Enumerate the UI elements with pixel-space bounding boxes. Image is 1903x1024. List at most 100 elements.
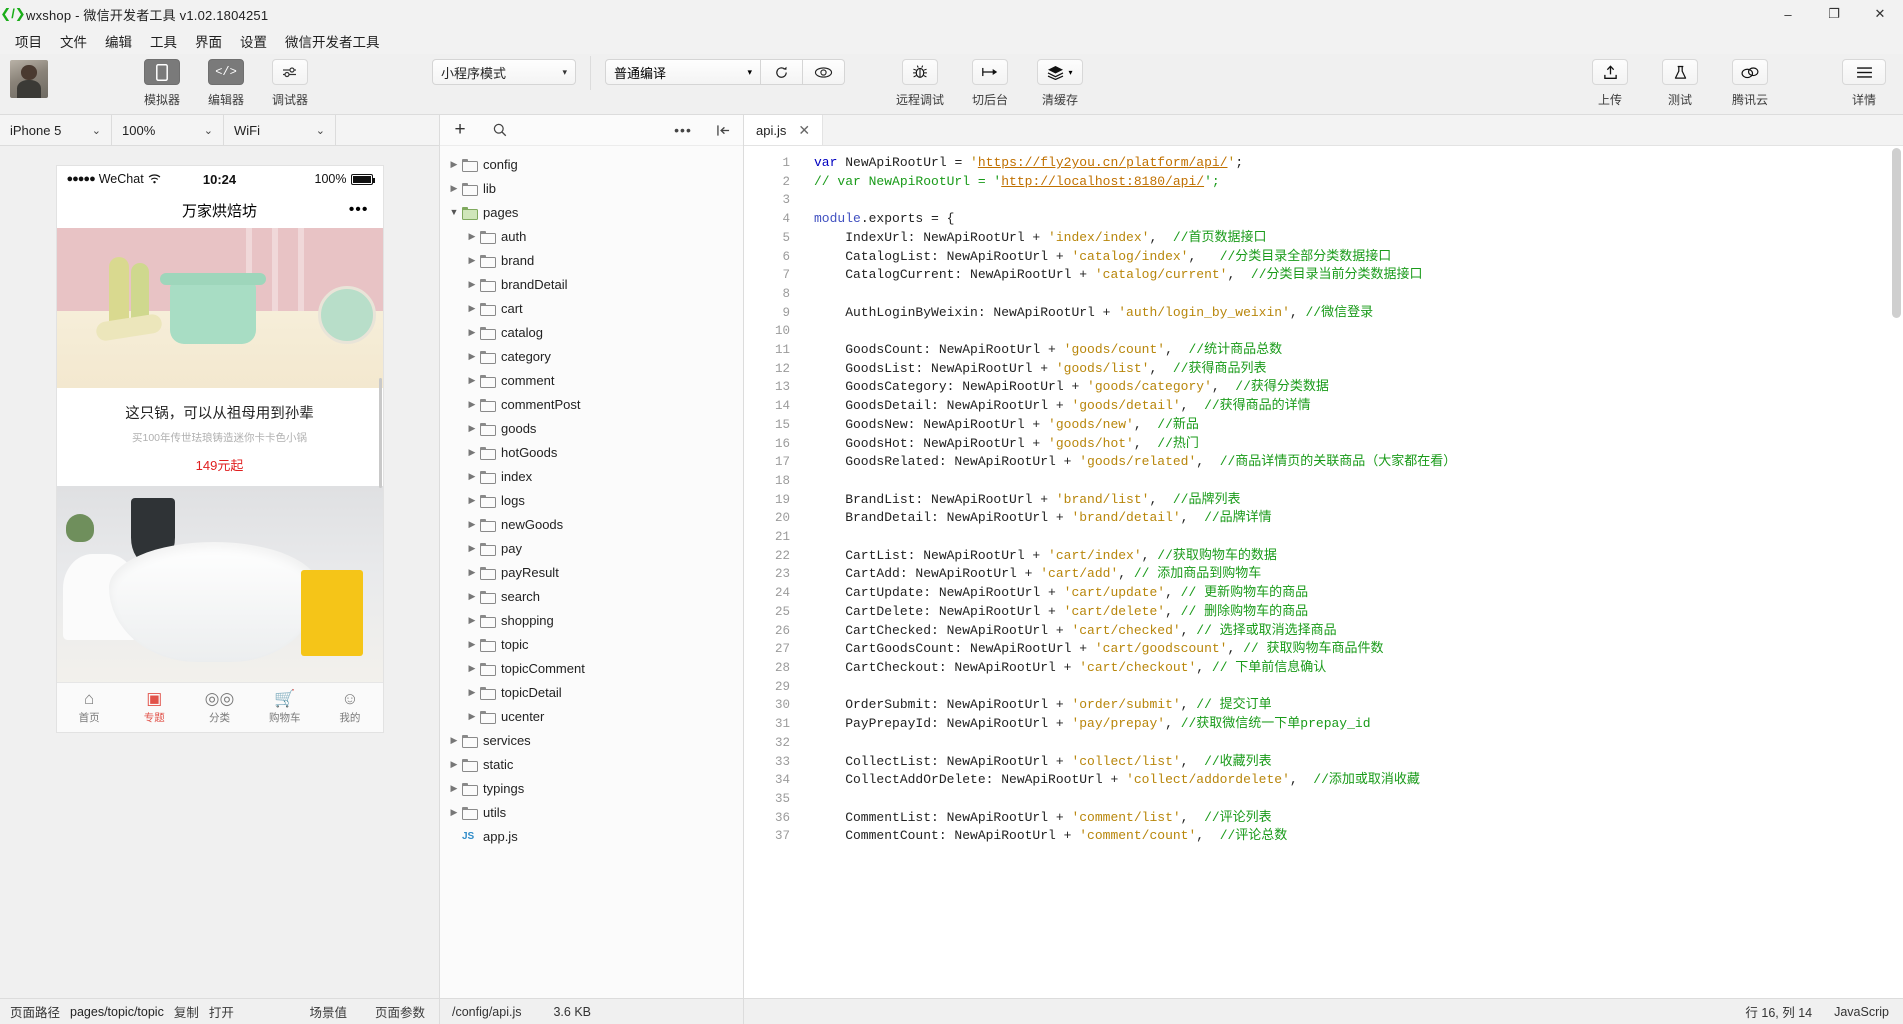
switch-backend-button[interactable]: 切后台	[959, 54, 1021, 108]
collapse-icon[interactable]	[703, 115, 743, 146]
chevron-right-icon[interactable]: ▶	[446, 735, 462, 746]
tree-node-category[interactable]: ▶category	[440, 344, 743, 368]
scene-value-button[interactable]: 场景值	[309, 1002, 347, 1021]
tree-node-branddetail[interactable]: ▶brandDetail	[440, 272, 743, 296]
editor-scrollbar[interactable]	[1892, 148, 1901, 318]
tree-node-index[interactable]: ▶index	[440, 464, 743, 488]
chevron-right-icon[interactable]: ▶	[464, 663, 480, 674]
more-options-icon[interactable]: •••	[663, 115, 703, 146]
details-button[interactable]: 详情	[1833, 54, 1895, 108]
chevron-right-icon[interactable]: ▶	[464, 423, 480, 434]
chevron-right-icon[interactable]: ▶	[464, 399, 480, 410]
tree-node-goods[interactable]: ▶goods	[440, 416, 743, 440]
tabbar-item-category[interactable]: ◎◎ 分类	[187, 683, 252, 732]
compile-select[interactable]: 普通编译 ▾	[605, 59, 761, 85]
code-token[interactable]: http://localhost:8180/api/	[1001, 174, 1204, 189]
chevron-right-icon[interactable]: ▶	[464, 567, 480, 578]
tabbar-item-home[interactable]: ⌂ 首页	[57, 683, 122, 732]
chevron-right-icon[interactable]: ▶	[464, 471, 480, 482]
test-button[interactable]: 测试	[1649, 54, 1711, 108]
chevron-right-icon[interactable]: ▶	[464, 447, 480, 458]
tree-node-topiccomment[interactable]: ▶topicComment	[440, 656, 743, 680]
chevron-right-icon[interactable]: ▶	[446, 159, 462, 170]
chevron-down-icon[interactable]: ▼	[446, 207, 462, 217]
minimize-button[interactable]: –	[1765, 0, 1811, 28]
language-mode[interactable]: JavaScrip	[1834, 1005, 1889, 1019]
tree-node-payresult[interactable]: ▶payResult	[440, 560, 743, 584]
chevron-right-icon[interactable]: ▶	[464, 303, 480, 314]
chevron-right-icon[interactable]: ▶	[464, 591, 480, 602]
code-token[interactable]: https://fly2you.cn/platform/api/	[978, 155, 1228, 170]
tree-node-commentpost[interactable]: ▶commentPost	[440, 392, 743, 416]
tree-node-auth[interactable]: ▶auth	[440, 224, 743, 248]
tree-node-typings[interactable]: ▶typings	[440, 776, 743, 800]
tree-node-app.js[interactable]: JSapp.js	[440, 824, 743, 848]
chevron-right-icon[interactable]: ▶	[464, 639, 480, 650]
preview-button[interactable]	[803, 59, 845, 85]
copy-path-button[interactable]: 复制	[174, 1002, 199, 1021]
close-icon[interactable]: ✕	[798, 122, 810, 139]
mode-select[interactable]: 小程序模式 ▾	[432, 59, 576, 85]
menu-project[interactable]: 项目	[6, 28, 51, 54]
tree-node-brand[interactable]: ▶brand	[440, 248, 743, 272]
tree-node-services[interactable]: ▶services	[440, 728, 743, 752]
chevron-right-icon[interactable]: ▶	[464, 519, 480, 530]
menu-tools[interactable]: 工具	[141, 28, 186, 54]
tree-node-hotgoods[interactable]: ▶hotGoods	[440, 440, 743, 464]
page-params-button[interactable]: 页面参数	[375, 1002, 425, 1021]
chevron-right-icon[interactable]: ▶	[446, 807, 462, 818]
tencent-cloud-button[interactable]: 腾讯云	[1719, 54, 1781, 108]
chevron-right-icon[interactable]: ▶	[464, 231, 480, 242]
upload-button[interactable]: 上传	[1579, 54, 1641, 108]
tree-node-topic[interactable]: ▶topic	[440, 632, 743, 656]
menu-edit[interactable]: 编辑	[96, 28, 141, 54]
tabbar-item-mine[interactable]: ☺ 我的	[317, 683, 382, 732]
banner-bathtub-image[interactable]	[57, 486, 383, 682]
tree-node-shopping[interactable]: ▶shopping	[440, 608, 743, 632]
tree-node-ucenter[interactable]: ▶ucenter	[440, 704, 743, 728]
tree-node-pay[interactable]: ▶pay	[440, 536, 743, 560]
panel-toggle-debugger[interactable]: 调试器	[262, 54, 318, 108]
chevron-right-icon[interactable]: ▶	[446, 759, 462, 770]
open-path-button[interactable]: 打开	[209, 1002, 234, 1021]
user-avatar[interactable]	[10, 60, 48, 98]
menu-devtools[interactable]: 微信开发者工具	[276, 28, 389, 54]
device-select[interactable]: iPhone 5 ⌄	[0, 115, 112, 145]
search-icon[interactable]	[480, 115, 520, 146]
tree-node-logs[interactable]: ▶logs	[440, 488, 743, 512]
close-button[interactable]: ✕	[1857, 0, 1903, 28]
tree-node-lib[interactable]: ▶lib	[440, 176, 743, 200]
chevron-right-icon[interactable]: ▶	[464, 255, 480, 266]
chevron-right-icon[interactable]: ▶	[464, 327, 480, 338]
banner-pot-image[interactable]	[57, 228, 383, 388]
chevron-right-icon[interactable]: ▶	[446, 183, 462, 194]
tabbar-item-topic[interactable]: ▣ 专题	[122, 683, 187, 732]
chevron-right-icon[interactable]: ▶	[446, 783, 462, 794]
network-select[interactable]: WiFi ⌄	[224, 115, 336, 145]
menu-view[interactable]: 界面	[186, 28, 231, 54]
phone-scrollbar[interactable]	[379, 378, 382, 488]
add-file-button[interactable]: +	[440, 115, 480, 146]
chevron-right-icon[interactable]: ▶	[464, 615, 480, 626]
chevron-right-icon[interactable]: ▶	[464, 687, 480, 698]
file-tree-list[interactable]: ▶config▶lib▼pages▶auth▶brand▶brandDetail…	[440, 146, 743, 998]
tree-node-comment[interactable]: ▶comment	[440, 368, 743, 392]
code-editor[interactable]: 1234567891011121314151617181920212223242…	[744, 146, 1903, 998]
clear-cache-button[interactable]: ▾ 清缓存	[1029, 54, 1091, 108]
tree-node-newgoods[interactable]: ▶newGoods	[440, 512, 743, 536]
tree-node-utils[interactable]: ▶utils	[440, 800, 743, 824]
tree-node-topicdetail[interactable]: ▶topicDetail	[440, 680, 743, 704]
tree-node-static[interactable]: ▶static	[440, 752, 743, 776]
chevron-right-icon[interactable]: ▶	[464, 375, 480, 386]
chevron-right-icon[interactable]: ▶	[464, 495, 480, 506]
chevron-right-icon[interactable]: ▶	[464, 711, 480, 722]
remote-debug-button[interactable]: 远程调试	[889, 54, 951, 108]
panel-toggle-simulator[interactable]: 模拟器	[134, 54, 190, 108]
menu-file[interactable]: 文件	[51, 28, 96, 54]
maximize-button[interactable]: ❐	[1811, 0, 1857, 28]
panel-toggle-editor[interactable]: </> 编辑器	[198, 54, 254, 108]
chevron-right-icon[interactable]: ▶	[464, 279, 480, 290]
chevron-right-icon[interactable]: ▶	[464, 543, 480, 554]
code-content[interactable]: var NewApiRootUrl = 'https://fly2you.cn/…	[800, 146, 1903, 998]
editor-tab-api-js[interactable]: api.js ✕	[744, 115, 823, 145]
